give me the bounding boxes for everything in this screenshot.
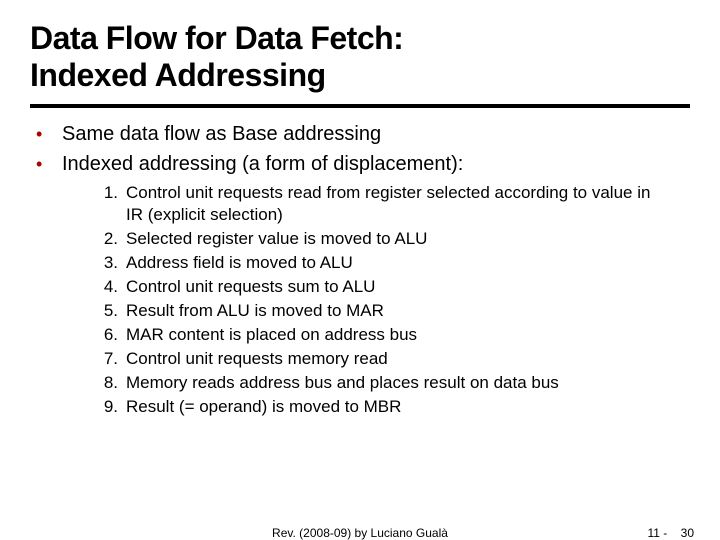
list-item-text: Control unit requests sum to ALU — [126, 276, 375, 298]
bullet-text: Same data flow as Base addressing — [62, 122, 381, 146]
list-item-number: 3. — [100, 252, 126, 274]
footer-revision: Rev. (2008-09) by Luciano Gualà — [272, 526, 448, 540]
list-item-text: Address field is moved to ALU — [126, 252, 353, 274]
slide-title: Data Flow for Data Fetch: Indexed Addres… — [30, 20, 690, 94]
list-item-number: 2. — [100, 228, 126, 250]
list-item: 4. Control unit requests sum to ALU — [100, 276, 690, 298]
list-item-number: 9. — [100, 396, 126, 418]
list-item-number: 5. — [100, 300, 126, 322]
list-item-number: 7. — [100, 348, 126, 370]
title-line-1: Data Flow for Data Fetch: — [30, 20, 403, 56]
list-item: 6. MAR content is placed on address bus — [100, 324, 690, 346]
list-item: 3. Address field is moved to ALU — [100, 252, 690, 274]
list-item-number: 4. — [100, 276, 126, 298]
footer-page-prefix: 11 - — [648, 526, 668, 540]
slide: Data Flow for Data Fetch: Indexed Addres… — [0, 0, 720, 540]
bullet-text: Indexed addressing (a form of displaceme… — [62, 152, 463, 176]
list-item: 8. Memory reads address bus and places r… — [100, 372, 690, 394]
list-item-text: MAR content is placed on address bus — [126, 324, 417, 346]
bullet-icon: • — [36, 122, 62, 146]
bullet-item: • Same data flow as Base addressing — [36, 122, 690, 146]
list-item-number: 6. — [100, 324, 126, 346]
title-line-2: Indexed Addressing — [30, 57, 326, 93]
list-item-text: Result from ALU is moved to MAR — [126, 300, 384, 322]
list-item: 7. Control unit requests memory read — [100, 348, 690, 370]
list-item: 9. Result (= operand) is moved to MBR — [100, 396, 690, 418]
footer-page: 11 - 30 — [648, 526, 695, 540]
bullet-item: • Indexed addressing (a form of displace… — [36, 152, 690, 176]
title-underline — [30, 104, 690, 108]
list-item-text: Selected register value is moved to ALU — [126, 228, 427, 250]
list-item-text: Control unit requests memory read — [126, 348, 388, 370]
list-item: 1. Control unit requests read from regis… — [100, 182, 690, 226]
list-item-text: Result (= operand) is moved to MBR — [126, 396, 401, 418]
list-item-number: 8. — [100, 372, 126, 394]
list-item: 5. Result from ALU is moved to MAR — [100, 300, 690, 322]
list-item-text: Control unit requests read from register… — [126, 182, 666, 226]
list-item-number: 1. — [100, 182, 126, 204]
list-item: 2. Selected register value is moved to A… — [100, 228, 690, 250]
footer-page-number: 30 — [681, 526, 694, 540]
list-item-text: Memory reads address bus and places resu… — [126, 372, 559, 394]
numbered-list: 1. Control unit requests read from regis… — [100, 182, 690, 418]
bullet-icon: • — [36, 152, 62, 176]
slide-body: • Same data flow as Base addressing • In… — [30, 122, 690, 418]
